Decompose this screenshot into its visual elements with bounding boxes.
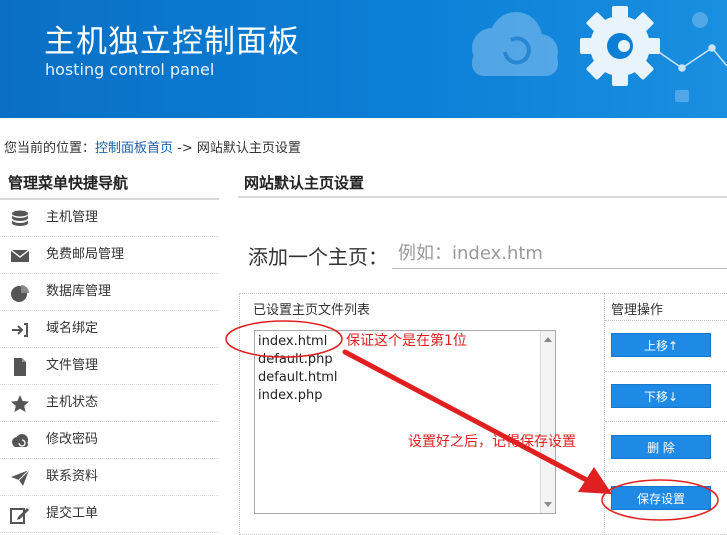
scroll-down-arrow-icon[interactable] (544, 502, 552, 507)
ops-divider (605, 371, 727, 372)
list-item[interactable]: index.html (258, 334, 327, 349)
sidebar-item-label: 文件管理 (46, 358, 99, 373)
sidebar: 管理菜单快捷导航 主机管理 免费邮局管理 数据库管理 域名绑定 文件管理 主机状… (0, 166, 219, 533)
cloud-refresh-icon (472, 12, 558, 76)
move-up-button[interactable]: 上移↑ (611, 333, 711, 357)
sidebar-title: 管理菜单快捷导航 (0, 166, 219, 200)
send-icon (11, 469, 30, 486)
arrow-in-icon (12, 323, 28, 337)
sidebar-item-label: 主机状态 (46, 395, 99, 410)
add-homepage-label: 添加一个主页： (248, 245, 388, 269)
sidebar-item-label: 提交工单 (46, 506, 99, 521)
breadcrumb-separator: -> (173, 141, 197, 156)
star-icon (11, 395, 29, 412)
breadcrumb-current: 网站默认主页设置 (196, 141, 301, 156)
header-decoration (472, 6, 727, 102)
sidebar-item-label: 免费邮局管理 (46, 247, 125, 262)
list-item[interactable]: default.php (258, 352, 333, 367)
annotation-first-position: 保证这个是在第1位 (346, 333, 467, 349)
sidebar-item-file[interactable]: 文件管理 (0, 348, 219, 385)
scroll-up-arrow-icon[interactable] (544, 337, 552, 342)
sidebar-item-mail[interactable]: 免费邮局管理 (0, 237, 219, 274)
sidebar-item-label: 联系资料 (46, 469, 99, 484)
breadcrumb-prefix: 您当前的位置： (4, 141, 96, 156)
sidebar-item-status[interactable]: 主机状态 (0, 385, 219, 422)
header-title: 主机独立控制面板 (44, 24, 300, 60)
sidebar-item-host[interactable]: 主机管理 (0, 200, 219, 237)
cloud-icon (12, 434, 28, 447)
network-decoration (649, 44, 727, 72)
sidebar-item-label: 主机管理 (46, 210, 99, 225)
edit-icon (10, 508, 29, 524)
breadcrumb: 您当前的位置：控制面板首页 -> 网站默认主页设置 (4, 137, 301, 156)
sidebar-item-ticket[interactable]: 提交工单 (0, 496, 219, 533)
sidebar-item-domain[interactable]: 域名绑定 (0, 311, 219, 348)
move-down-button[interactable]: 下移↓ (611, 384, 711, 408)
file-icon (14, 358, 26, 376)
save-settings-button[interactable]: 保存设置 (611, 486, 711, 510)
main-title: 网站默认主页设置 (238, 166, 727, 198)
header-banner: 主机独立控制面板 hosting control panel (0, 0, 727, 118)
ops-divider (605, 471, 727, 472)
list-scrollbar[interactable] (540, 331, 555, 513)
delete-button[interactable]: 删 除 (611, 435, 711, 459)
list-item[interactable]: index.php (258, 388, 322, 403)
list-item[interactable]: default.html (258, 370, 338, 385)
add-homepage-input[interactable] (392, 238, 727, 269)
ops-header: 管理操作 (611, 303, 664, 318)
annotation-save-reminder: 设置好之后，记得保存设置 (408, 434, 576, 450)
sidebar-item-label: 数据库管理 (46, 284, 112, 299)
column-divider (604, 293, 605, 533)
ops-divider (605, 421, 727, 422)
homepage-file-list[interactable]: index.html default.php default.html inde… (254, 330, 556, 514)
mail-icon (10, 249, 30, 262)
sidebar-item-database[interactable]: 数据库管理 (0, 274, 219, 311)
header-divider (605, 320, 727, 321)
pie-chart-icon (11, 285, 29, 302)
breadcrumb-home-link[interactable]: 控制面板首页 (95, 141, 173, 156)
sidebar-item-contact[interactable]: 联系资料 (0, 459, 219, 496)
sidebar-item-label: 修改密码 (46, 432, 99, 447)
list-header: 已设置主页文件列表 (253, 303, 371, 318)
sidebar-item-label: 域名绑定 (46, 321, 99, 336)
sidebar-item-password[interactable]: 修改密码 (0, 422, 219, 459)
header-subtitle: hosting control panel (45, 60, 215, 79)
database-icon (12, 210, 28, 226)
